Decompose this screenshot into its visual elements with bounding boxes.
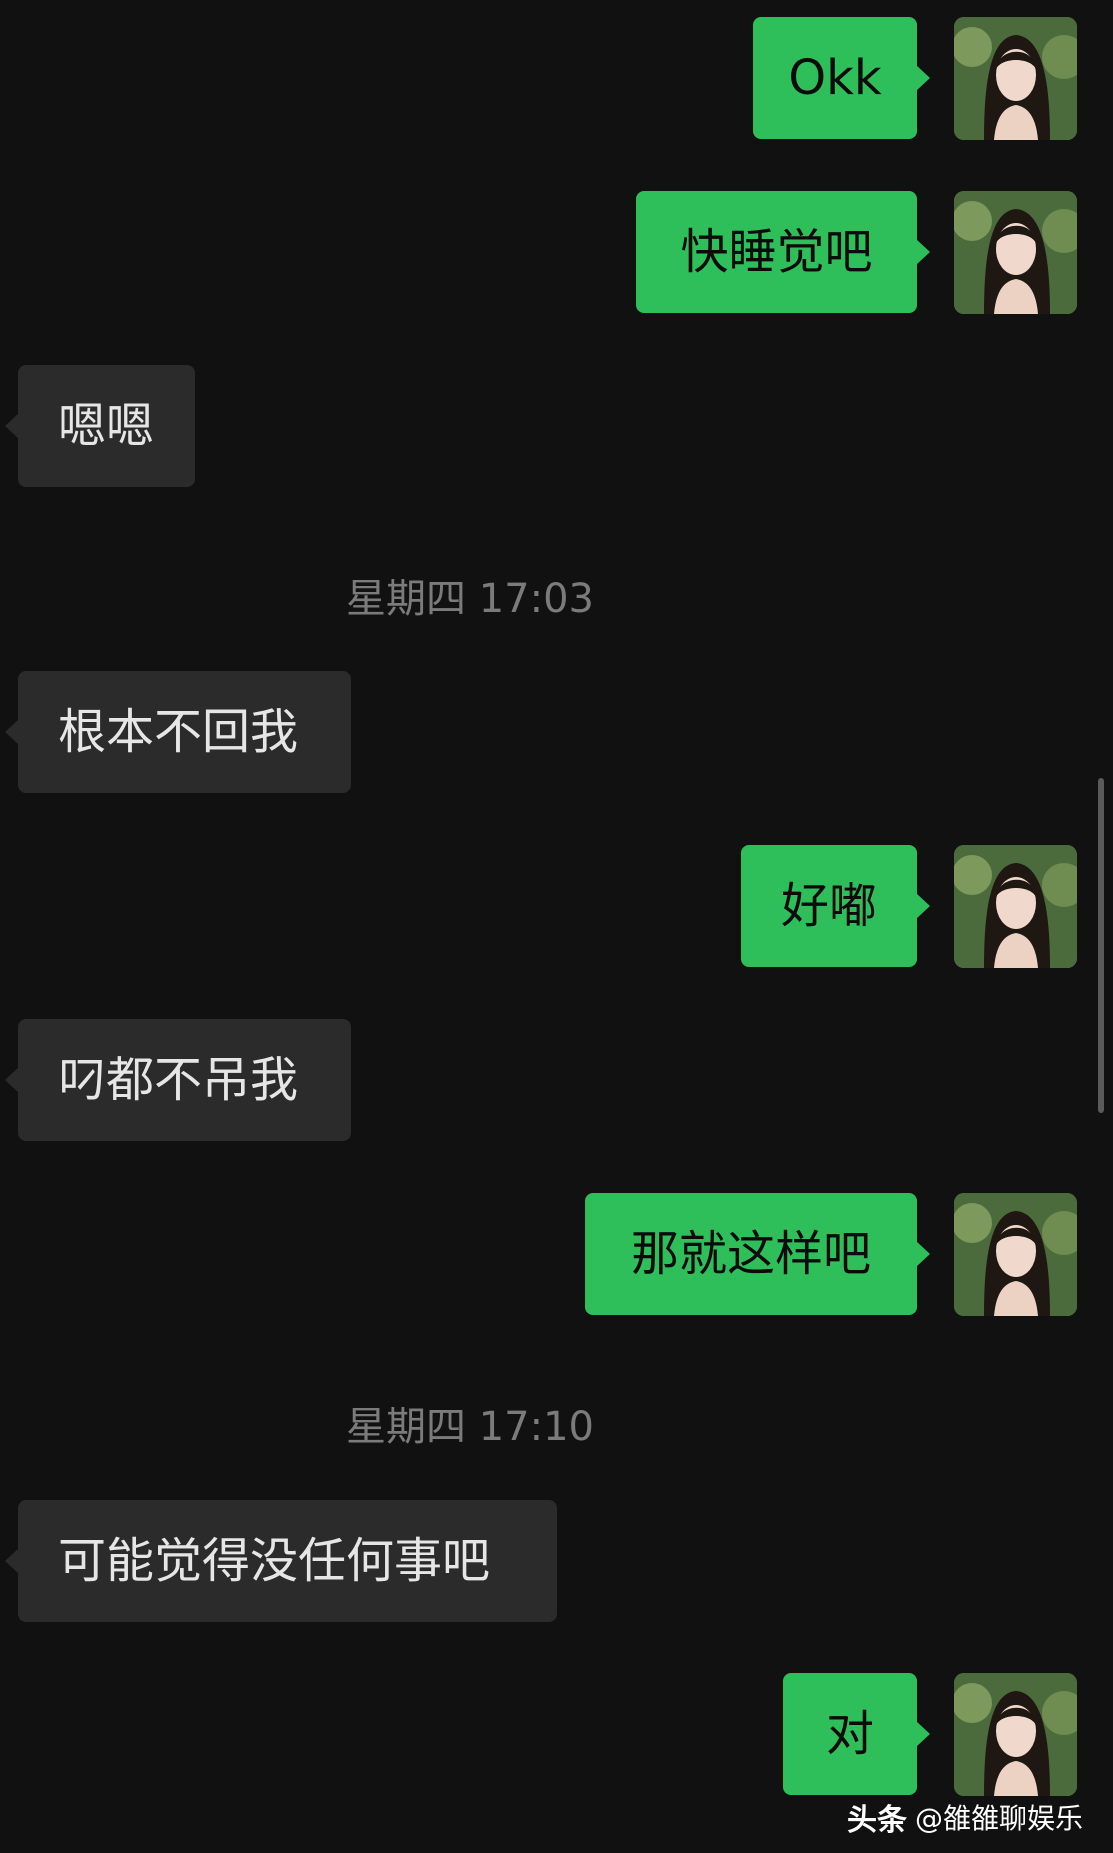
chat-area[interactable]: Okk 快睡觉吧 嗯嗯 星期四 17:03 根本不回我 好嘟 叼都不吊我 那就这… — [0, 0, 1113, 1853]
scrollbar[interactable] — [1098, 778, 1104, 1113]
message-text: 可能觉得没任何事吧 — [58, 1533, 491, 1589]
outgoing-message-bubble[interactable]: Okk — [753, 17, 930, 139]
message-text: 好嘟 — [780, 878, 877, 934]
avatar[interactable] — [954, 17, 1077, 140]
portrait-avatar-icon — [954, 1673, 1077, 1796]
outgoing-message-bubble[interactable]: 那就这样吧 — [585, 1193, 930, 1315]
message-text: 对 — [825, 1706, 874, 1762]
avatar[interactable] — [954, 191, 1077, 314]
outgoing-message-bubble[interactable]: 好嘟 — [741, 845, 930, 967]
outgoing-message-bubble[interactable]: 对 — [783, 1673, 930, 1795]
message-text: 快睡觉吧 — [680, 224, 873, 280]
portrait-avatar-icon — [954, 1193, 1077, 1316]
avatar[interactable] — [954, 1193, 1077, 1316]
message-text: 根本不回我 — [58, 704, 299, 760]
watermark-account: @雒雒聊娱乐 — [914, 1802, 1083, 1835]
message-timestamp: 星期四 17:10 — [346, 1404, 594, 1450]
avatar[interactable] — [954, 845, 1077, 968]
outgoing-message-bubble[interactable]: 快睡觉吧 — [636, 191, 930, 313]
incoming-message-bubble[interactable]: 可能觉得没任何事吧 — [5, 1500, 557, 1622]
incoming-message-bubble[interactable]: 叼都不吊我 — [5, 1019, 351, 1141]
portrait-avatar-icon — [954, 845, 1077, 968]
incoming-message-bubble[interactable]: 根本不回我 — [5, 671, 351, 793]
avatar[interactable] — [954, 1673, 1077, 1796]
message-text: 嗯嗯 — [58, 398, 155, 454]
message-text: 那就这样吧 — [630, 1226, 871, 1282]
portrait-avatar-icon — [954, 17, 1077, 140]
incoming-message-bubble[interactable]: 嗯嗯 — [5, 365, 195, 487]
watermark: 头条 @雒雒聊娱乐 — [847, 1795, 1083, 1839]
message-text: Okk — [788, 50, 882, 106]
watermark-logo: 头条 — [846, 1803, 907, 1838]
message-text: 叼都不吊我 — [58, 1052, 299, 1108]
message-timestamp: 星期四 17:03 — [346, 576, 594, 622]
portrait-avatar-icon — [954, 191, 1077, 314]
